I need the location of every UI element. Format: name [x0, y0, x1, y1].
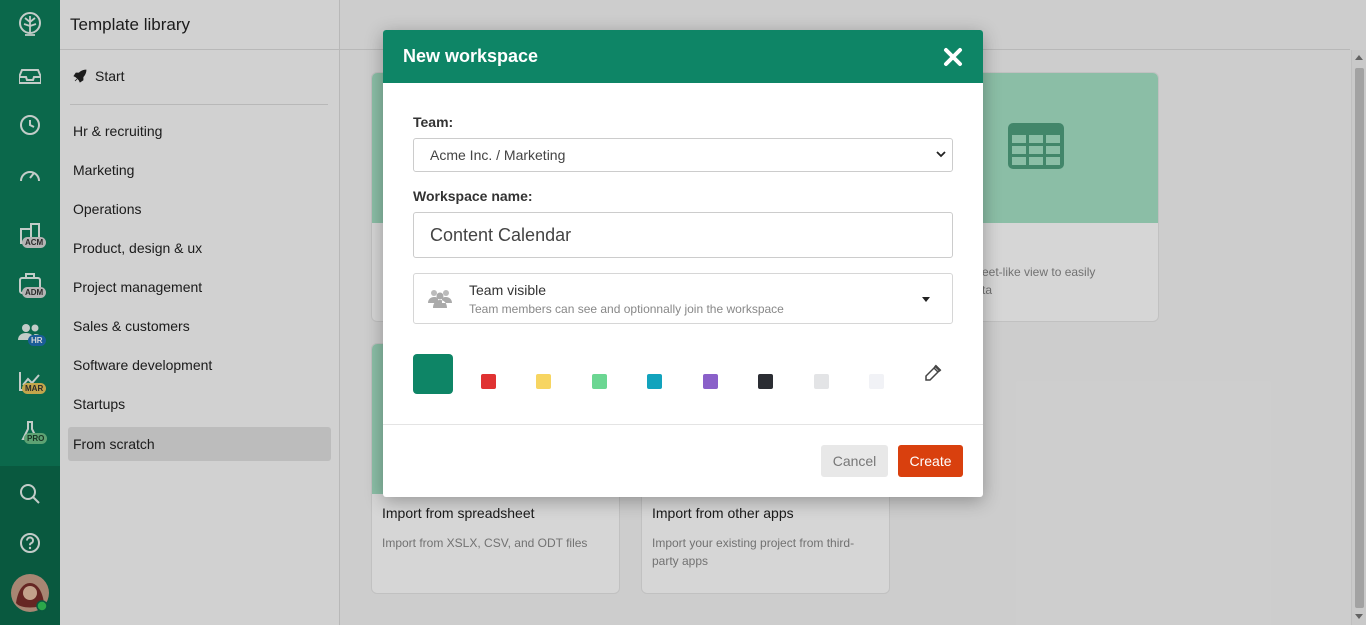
divider	[383, 424, 983, 425]
workspace-name-input[interactable]	[413, 212, 953, 258]
team-label: Team:	[413, 114, 454, 130]
new-workspace-dialog: New workspace Team: Acme Inc. / Marketin…	[383, 30, 983, 497]
dialog-header: New workspace	[383, 30, 983, 83]
visibility-title: Team visible	[469, 282, 547, 298]
color-swatch-light-green[interactable]	[592, 374, 607, 389]
color-swatch-purple[interactable]	[703, 374, 718, 389]
caret-down-icon	[922, 297, 930, 302]
create-button[interactable]: Create	[898, 445, 963, 477]
color-swatch-off-white[interactable]	[869, 374, 884, 389]
workspace-name-label: Workspace name:	[413, 188, 533, 204]
team-select-value: Acme Inc. / Marketing	[430, 147, 566, 163]
cancel-button[interactable]: Cancel	[821, 445, 888, 477]
close-icon[interactable]	[943, 47, 963, 67]
team-icon	[428, 290, 452, 308]
color-swatch-teal[interactable]	[647, 374, 662, 389]
eyedropper-icon[interactable]	[924, 364, 942, 382]
dialog-title: New workspace	[403, 46, 539, 66]
team-select[interactable]: Acme Inc. / Marketing	[413, 138, 953, 172]
color-swatch-green-selected[interactable]	[413, 354, 453, 394]
visibility-dropdown[interactable]: Team visible Team members can see and op…	[413, 273, 953, 324]
color-swatch-yellow[interactable]	[536, 374, 551, 389]
color-swatch-red[interactable]	[481, 374, 496, 389]
color-swatch-black[interactable]	[758, 374, 773, 389]
visibility-description: Team members can see and optionnally joi…	[469, 302, 784, 316]
chevron-down-icon	[936, 151, 946, 158]
color-swatch-light-gray[interactable]	[814, 374, 829, 389]
